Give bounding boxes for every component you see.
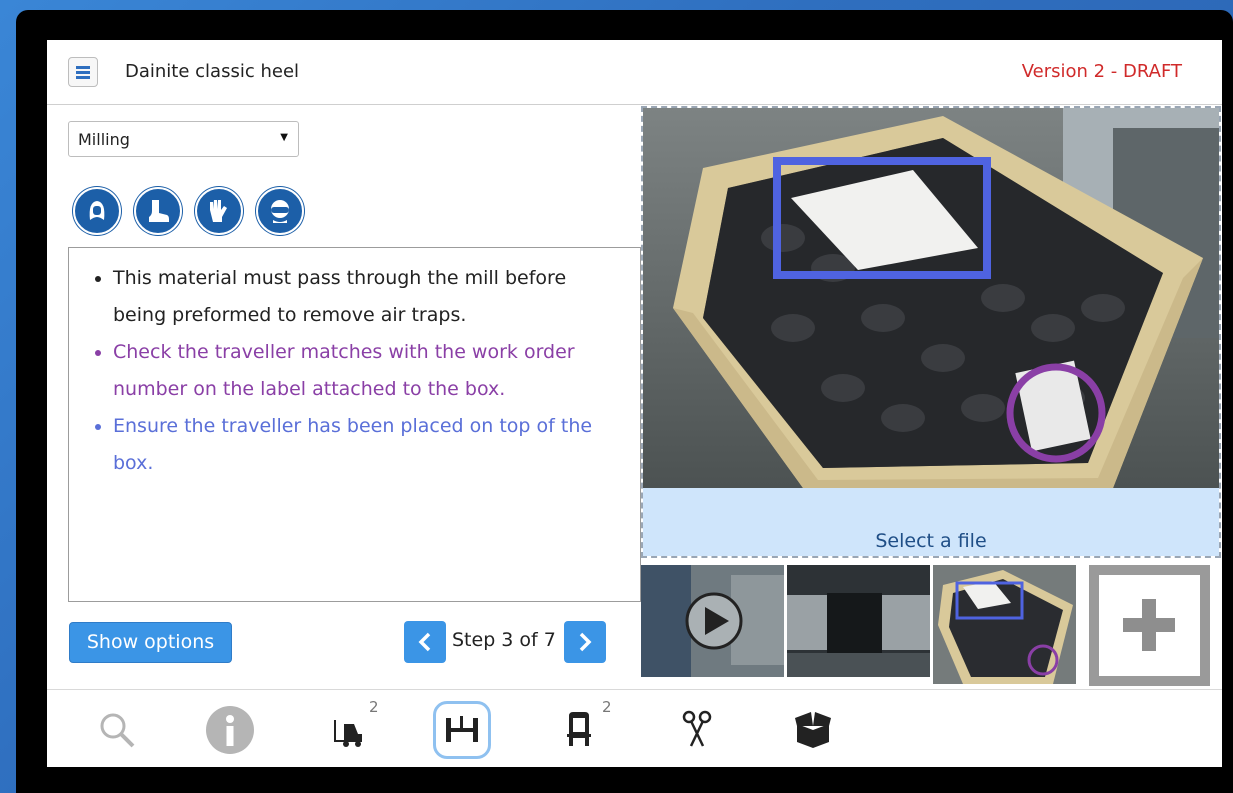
page-title: Dainite classic heel	[125, 61, 300, 82]
instructions-panel: This material must pass through the mill…	[68, 247, 641, 602]
gloves-icon	[195, 187, 243, 235]
instructions-list: This material must pass through the mill…	[69, 248, 640, 482]
step-photo	[643, 108, 1219, 488]
plus-icon	[1123, 599, 1175, 651]
header-bar: Dainite classic heel Version 2 - DRAFT	[47, 40, 1222, 105]
box-icon[interactable]	[787, 704, 839, 756]
crate-thumbnail[interactable]	[933, 565, 1076, 684]
safety-goggles-icon	[256, 187, 304, 235]
bottom-toolbar: 2 2	[47, 689, 1222, 767]
forklift-badge: 2	[369, 698, 379, 716]
previous-step-button[interactable]	[404, 621, 446, 663]
process-select-value: Milling	[78, 130, 130, 149]
press-badge: 2	[602, 698, 612, 716]
video-thumbnail[interactable]	[641, 565, 784, 677]
show-options-button[interactable]: Show options	[69, 622, 232, 663]
step-indicator: Step 3 of 7	[452, 629, 556, 651]
media-dropzone[interactable]: Select a file	[641, 106, 1221, 558]
process-select[interactable]: Milling ▼	[68, 121, 299, 157]
app-screen: Dainite classic heel Version 2 - DRAFT M…	[47, 40, 1222, 767]
mill-icon[interactable]	[433, 701, 491, 759]
instruction-item: Check the traveller matches with the wor…	[113, 334, 620, 408]
chevron-right-icon	[579, 632, 592, 652]
instruction-item: This material must pass through the mill…	[113, 260, 620, 334]
roller-thumbnail[interactable]	[787, 565, 930, 677]
press-icon[interactable]	[555, 704, 607, 756]
version-status: Version 2 - DRAFT	[1021, 61, 1182, 82]
next-step-button[interactable]	[564, 621, 606, 663]
hamburger-icon	[76, 66, 90, 69]
dropdown-arrow-icon: ▼	[280, 132, 288, 143]
select-file-label[interactable]: Select a file	[643, 488, 1219, 556]
info-icon[interactable]	[204, 704, 256, 756]
head-protection-icon	[73, 187, 121, 235]
scissors-icon[interactable]	[671, 704, 723, 756]
chevron-left-icon	[418, 632, 431, 652]
add-media-button[interactable]	[1089, 565, 1210, 686]
instruction-item: Ensure the traveller has been placed on …	[113, 408, 620, 482]
search-icon[interactable]	[91, 704, 143, 756]
menu-button[interactable]	[68, 57, 98, 87]
safety-boots-icon	[134, 187, 182, 235]
